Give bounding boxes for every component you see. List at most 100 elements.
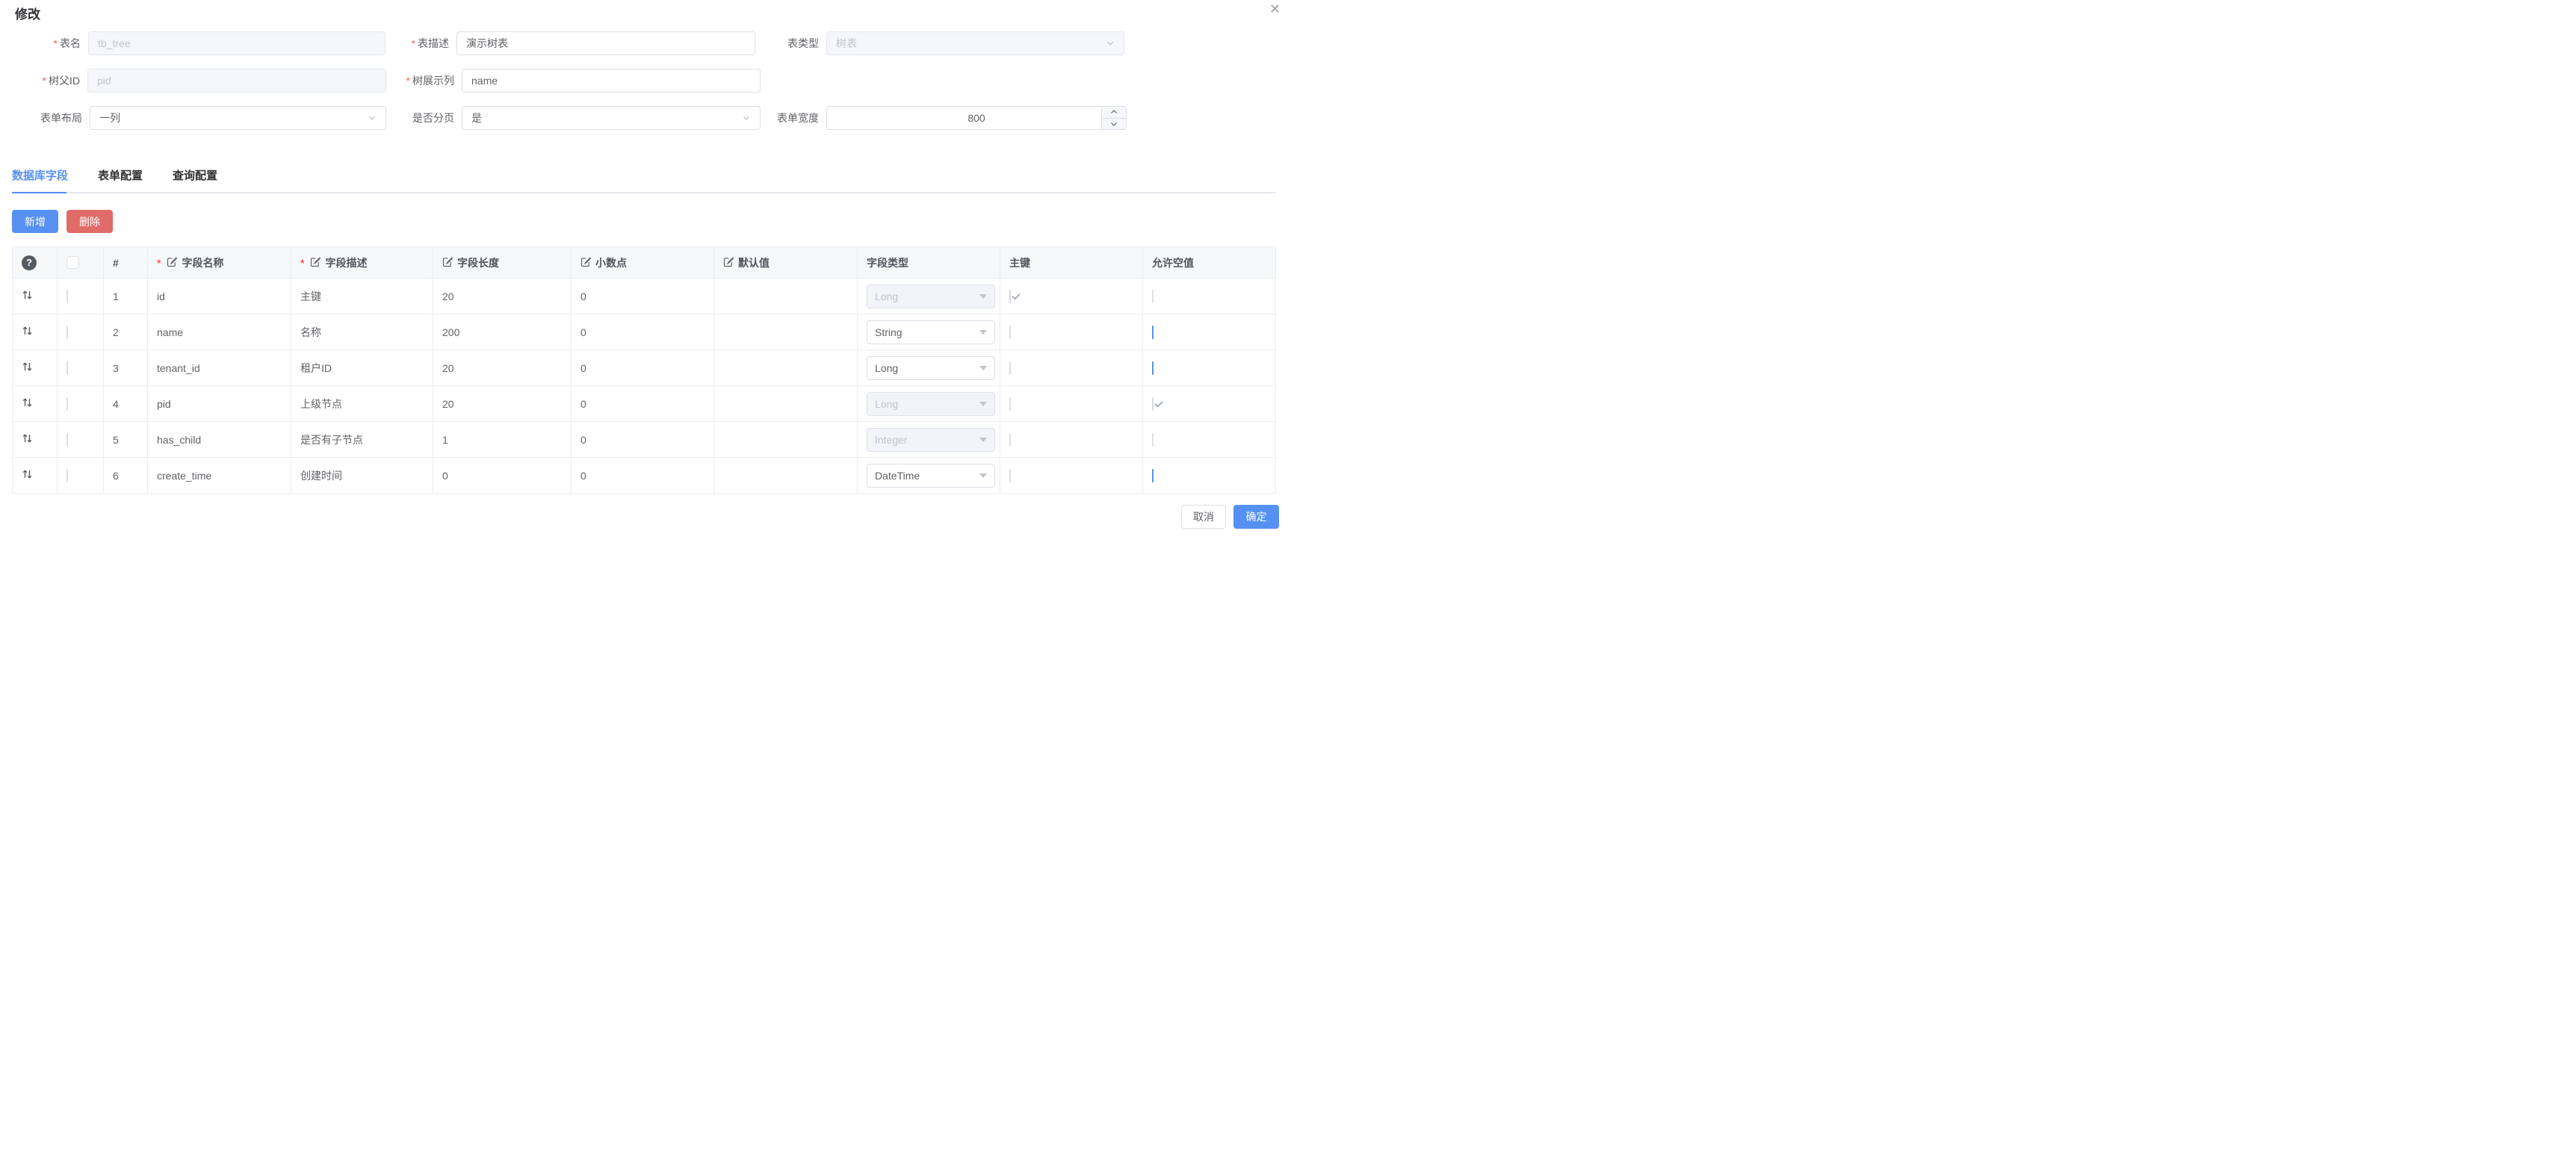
cell-drag-sort xyxy=(13,279,58,314)
help-icon[interactable]: ? xyxy=(22,255,37,270)
cell-field-desc[interactable]: 租户ID xyxy=(291,350,433,386)
cell-decimal[interactable]: 0 xyxy=(572,314,714,350)
fields-table: ? # *字段名称 *字段描述 字段长度 小数点 默认值 字段类型 主键 允许空… xyxy=(12,246,1276,494)
drag-sort-icon[interactable] xyxy=(22,363,33,375)
cell-default[interactable] xyxy=(714,386,858,422)
close-icon[interactable]: ✕ xyxy=(1269,0,1281,18)
cell-decimal[interactable]: 0 xyxy=(572,350,714,386)
table-row: 1id主键200Long xyxy=(13,279,1276,314)
cell-decimal[interactable]: 0 xyxy=(572,422,714,458)
drag-sort-icon[interactable] xyxy=(22,291,33,303)
drag-sort-icon[interactable] xyxy=(22,435,33,447)
select-all-checkbox[interactable] xyxy=(66,256,79,269)
header-default: 默认值 xyxy=(714,247,858,279)
cell-field-length[interactable]: 200 xyxy=(433,314,572,350)
cell-field-length[interactable]: 20 xyxy=(433,279,572,314)
edit-table-dialog: 修改 ✕ *表名 *表描述 表类型 树表 *树父ID *树展示列 表单布局 一列… xyxy=(0,0,1288,584)
cell-drag-sort xyxy=(13,350,58,386)
cell-drag-sort xyxy=(13,458,58,494)
cell-field-name[interactable]: has_child xyxy=(148,422,291,458)
cancel-button[interactable]: 取消 xyxy=(1181,505,1226,529)
field-label: 表单宽度 xyxy=(736,106,826,130)
row-checkbox[interactable] xyxy=(66,469,68,482)
tab-database-fields[interactable]: 数据库字段 xyxy=(12,167,68,183)
cell-field-desc[interactable]: 创建时间 xyxy=(291,458,433,494)
cell-decimal[interactable]: 0 xyxy=(572,386,714,422)
confirm-button[interactable]: 确定 xyxy=(1233,505,1279,529)
primary-key-checkbox xyxy=(1009,290,1011,303)
required-mark: * xyxy=(406,75,410,87)
drag-sort-icon[interactable] xyxy=(22,470,33,482)
cell-decimal[interactable]: 0 xyxy=(572,279,714,314)
primary-key-checkbox[interactable] xyxy=(1009,361,1011,375)
field-type-value: Integer xyxy=(875,434,908,446)
row-checkbox[interactable] xyxy=(66,361,68,375)
field-tree-pid: *树父ID xyxy=(6,69,386,93)
field-type-select[interactable]: String xyxy=(867,320,995,344)
row-checkbox xyxy=(66,397,68,411)
cell-default[interactable] xyxy=(714,314,858,350)
tab-form-config[interactable]: 表单配置 xyxy=(98,167,143,183)
form-width-stepper[interactable]: 800 xyxy=(826,106,1127,130)
table-row: 5has_child是否有子节点10Integer xyxy=(13,422,1276,458)
field-type-select: Long xyxy=(867,285,995,308)
row-checkbox[interactable] xyxy=(66,326,68,339)
primary-key-checkbox[interactable] xyxy=(1009,326,1011,339)
tab-bar: 数据库字段 表单配置 查询配置 xyxy=(12,167,217,183)
primary-key-checkbox[interactable] xyxy=(1009,469,1011,482)
cell-index: 3 xyxy=(104,350,148,386)
cell-field-type: String xyxy=(858,314,1000,350)
field-type-select[interactable]: Long xyxy=(867,356,995,380)
nullable-checkbox[interactable] xyxy=(1152,326,1154,339)
cell-field-length[interactable]: 0 xyxy=(433,458,572,494)
cell-default[interactable] xyxy=(714,458,858,494)
active-tab-indicator xyxy=(12,192,66,193)
header-select-all xyxy=(58,247,104,279)
tree-parent-id-input[interactable] xyxy=(87,69,386,93)
table-row: 6create_time创建时间00DateTime xyxy=(13,458,1276,494)
cell-index: 4 xyxy=(104,386,148,422)
cell-nullable xyxy=(1143,350,1276,386)
cell-row-select xyxy=(58,458,104,494)
header-primary-key: 主键 xyxy=(1000,247,1143,279)
step-up-button[interactable] xyxy=(1102,107,1126,119)
tree-display-column-input[interactable] xyxy=(462,69,761,93)
step-down-button[interactable] xyxy=(1102,119,1126,130)
cell-field-name[interactable]: tenant_id xyxy=(148,350,291,386)
field-label: *表名 xyxy=(6,31,88,55)
tab-query-config[interactable]: 查询配置 xyxy=(173,167,217,183)
cell-field-length[interactable]: 1 xyxy=(433,422,572,458)
cell-field-name[interactable]: name xyxy=(148,314,291,350)
nullable-checkbox[interactable] xyxy=(1152,361,1154,375)
cell-field-length[interactable]: 20 xyxy=(433,386,572,422)
cell-field-name[interactable]: pid xyxy=(148,386,291,422)
paging-select[interactable]: 是 xyxy=(462,106,761,130)
cell-field-desc[interactable]: 主键 xyxy=(291,279,433,314)
cell-field-desc[interactable]: 名称 xyxy=(291,314,433,350)
field-type-value: Long xyxy=(875,362,898,374)
cell-decimal[interactable]: 0 xyxy=(572,458,714,494)
table-name-input[interactable] xyxy=(88,31,386,55)
cell-field-desc[interactable]: 上级节点 xyxy=(291,386,433,422)
nullable-checkbox[interactable] xyxy=(1152,469,1154,482)
table-type-select[interactable]: 树表 xyxy=(826,31,1124,55)
cell-default[interactable] xyxy=(714,350,858,386)
table-desc-input[interactable] xyxy=(456,31,755,55)
field-type-value: Long xyxy=(875,291,898,302)
cell-field-name[interactable]: create_time xyxy=(148,458,291,494)
field-type-value: String xyxy=(875,326,902,338)
cell-field-name[interactable]: id xyxy=(148,279,291,314)
add-button[interactable]: 新增 xyxy=(12,210,58,233)
drag-sort-icon[interactable] xyxy=(22,399,33,411)
field-type-select[interactable]: DateTime xyxy=(867,464,995,488)
cell-field-type: Integer xyxy=(858,422,1000,458)
required-mark: * xyxy=(412,37,415,49)
drag-sort-icon[interactable] xyxy=(22,327,33,339)
form-layout-select[interactable]: 一列 xyxy=(90,106,386,130)
cell-default[interactable] xyxy=(714,279,858,314)
cell-field-desc[interactable]: 是否有子节点 xyxy=(291,422,433,458)
cell-field-length[interactable]: 20 xyxy=(433,350,572,386)
cell-default[interactable] xyxy=(714,422,858,458)
delete-button[interactable]: 删除 xyxy=(66,210,113,233)
dialog-title: 修改 xyxy=(15,4,40,22)
